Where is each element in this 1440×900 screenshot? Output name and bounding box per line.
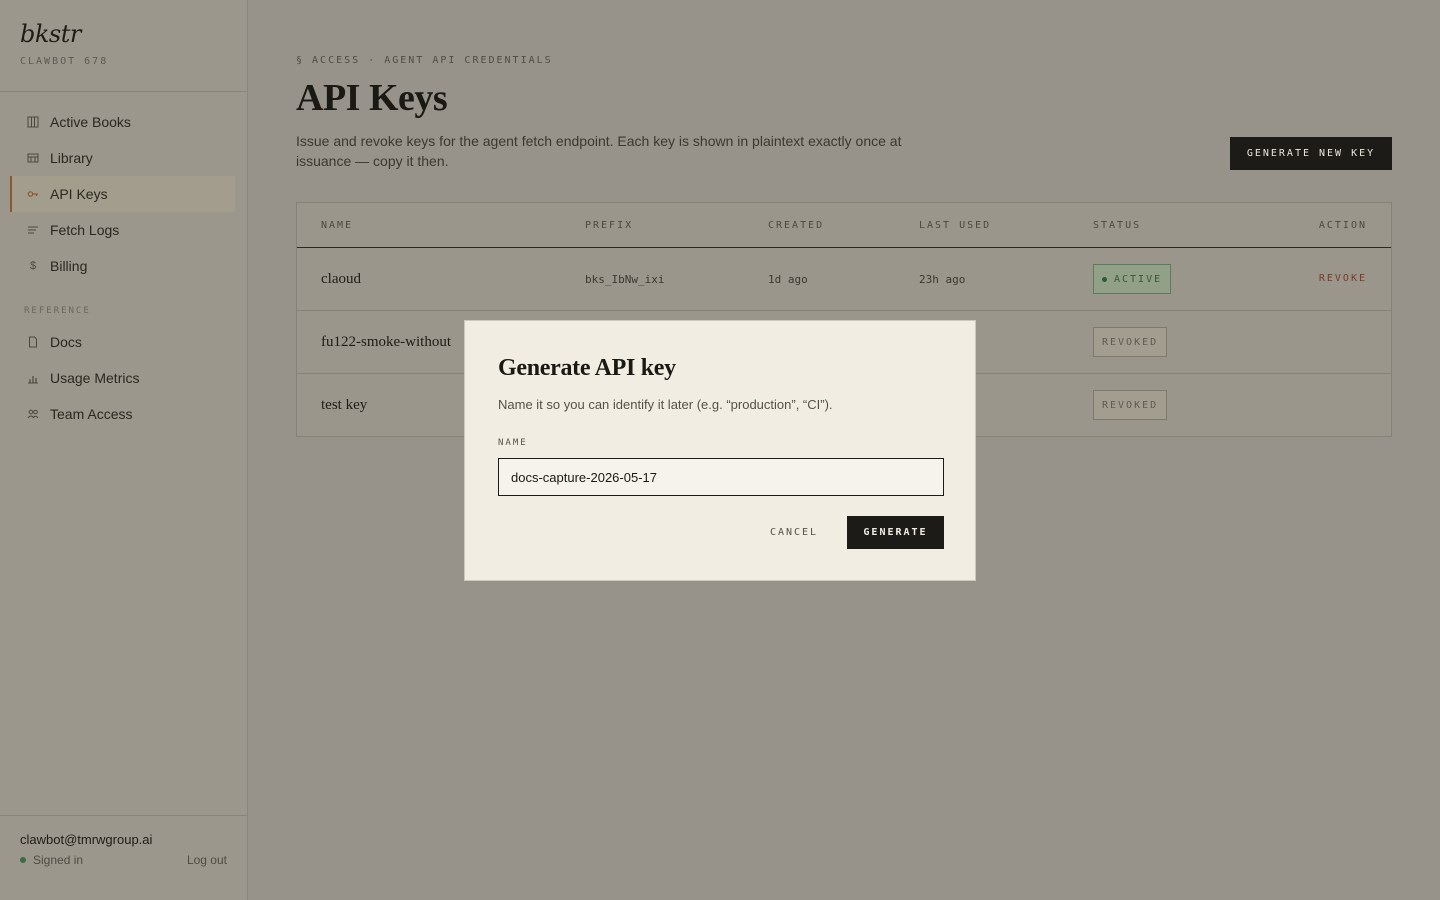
sidebar-item-label: API Keys	[50, 186, 108, 202]
books-icon	[26, 115, 40, 129]
brand: bkstr CLAWBOT 678	[20, 20, 108, 67]
status-badge: REVOKED	[1093, 390, 1168, 420]
sidebar-item-fetch-logs[interactable]: Fetch Logs	[10, 212, 235, 248]
library-icon	[26, 151, 40, 165]
dollar-icon: $	[29, 260, 37, 272]
sidebar-item-label: Library	[50, 150, 93, 166]
cancel-button[interactable]: CANCEL	[758, 516, 830, 549]
sidebar-item-api-keys[interactable]: API Keys	[10, 176, 235, 212]
sidebar-item-label: Team Access	[50, 406, 133, 422]
sidebar-footer-divider	[0, 815, 247, 816]
name-field-label: NAME	[498, 438, 528, 448]
table-header: NAME PREFIX CREATED LAST USED STATUS ACT…	[297, 203, 1391, 248]
key-name-input[interactable]	[498, 458, 944, 496]
sidebar-item-label: Fetch Logs	[50, 222, 120, 238]
list-icon	[26, 223, 40, 237]
revoke-button[interactable]: REVOKE	[1319, 273, 1367, 284]
status-badge-label: REVOKED	[1102, 336, 1159, 348]
user-email: clawbot@tmrwgroup.ai	[20, 832, 153, 847]
status-badge: ACTIVE	[1093, 264, 1172, 294]
status-badge: REVOKED	[1093, 327, 1168, 357]
sidebar: bkstr CLAWBOT 678 Active Books Library A…	[0, 0, 248, 900]
status-dot-icon	[20, 857, 26, 863]
doc-icon	[26, 335, 40, 349]
sidebar-section-reference: REFERENCE	[24, 306, 91, 316]
sidebar-item-label: Active Books	[50, 114, 131, 130]
key-prefix: bks_IbNw_ixi	[585, 273, 665, 286]
column-header-prefix: PREFIX	[585, 220, 634, 231]
status-badge-label: ACTIVE	[1114, 273, 1163, 285]
active-dot-icon	[1102, 276, 1107, 282]
bar-chart-icon	[26, 371, 40, 385]
modal-description: Name it so you can identify it later (e.…	[498, 397, 833, 412]
sidebar-item-docs[interactable]: Docs	[10, 324, 235, 360]
sidebar-item-label: Docs	[50, 334, 82, 350]
generate-new-key-button[interactable]: GENERATE NEW KEY	[1230, 137, 1392, 170]
modal-title: Generate API key	[498, 355, 676, 381]
key-last-used: 23h ago	[919, 273, 966, 286]
key-name: fu122-smoke-without	[321, 334, 451, 350]
column-header-last-used: LAST USED	[919, 220, 992, 231]
sidebar-item-active-books[interactable]: Active Books	[10, 104, 235, 140]
sidebar-item-team-access[interactable]: Team Access	[10, 396, 235, 432]
key-icon	[26, 187, 40, 201]
sidebar-item-label: Usage Metrics	[50, 370, 140, 386]
sidebar-item-label: Billing	[50, 258, 88, 274]
user-status-label: Signed in	[33, 853, 84, 867]
sidebar-nav: Active Books Library API Keys Fetch Logs…	[10, 104, 235, 432]
brand-logo[interactable]: bkstr	[20, 20, 108, 48]
key-created: 1d ago	[768, 273, 808, 286]
logout-link[interactable]: Log out	[187, 853, 227, 867]
breadcrumb: § ACCESS · AGENT API CREDENTIALS	[296, 55, 553, 66]
sidebar-divider	[0, 91, 247, 92]
team-icon	[26, 407, 40, 421]
generate-button[interactable]: GENERATE	[847, 516, 944, 549]
sidebar-item-billing[interactable]: $ Billing	[10, 248, 235, 284]
table-row: claoud bks_IbNw_ixi 1d ago 23h ago ACTIV…	[297, 248, 1391, 311]
page-title: API Keys	[296, 77, 448, 119]
page-description: Issue and revoke keys for the agent fetc…	[296, 133, 902, 169]
key-name: test key	[321, 397, 368, 413]
column-header-name: NAME	[321, 220, 354, 231]
column-header-status: STATUS	[1093, 220, 1142, 231]
sidebar-item-library[interactable]: Library	[10, 140, 235, 176]
column-header-action: ACTION	[1318, 220, 1367, 231]
org-name: CLAWBOT 678	[20, 56, 109, 67]
status-badge-label: REVOKED	[1102, 399, 1159, 411]
user-status: Signed in	[20, 853, 83, 867]
sidebar-item-usage-metrics[interactable]: Usage Metrics	[10, 360, 235, 396]
key-name: claoud	[321, 271, 361, 287]
column-header-created: CREATED	[768, 220, 825, 231]
generate-key-modal: Generate API key Name it so you can iden…	[464, 320, 976, 581]
